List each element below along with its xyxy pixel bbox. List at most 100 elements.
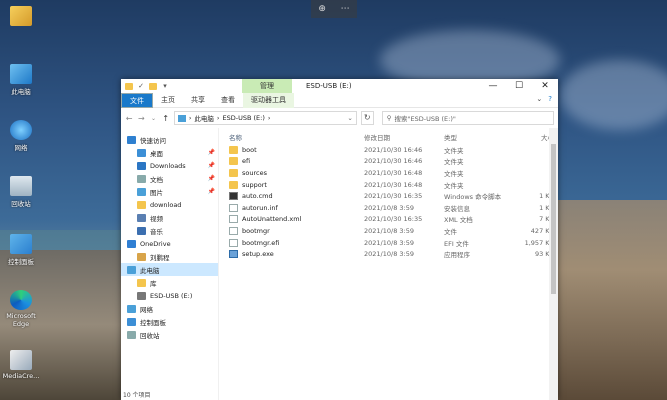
onedrive-icon	[127, 239, 136, 248]
nav-item[interactable]: 音乐	[121, 224, 218, 237]
nav-item[interactable]: 图片 📌	[121, 185, 218, 198]
nav-item[interactable]: 视频	[121, 211, 218, 224]
nav-item[interactable]: ESD-USB (E:)	[121, 289, 218, 302]
nav-item[interactable]: 此电脑	[121, 263, 218, 276]
up-arrow-icon[interactable]: ↑	[162, 114, 170, 123]
customize-toolbar-icon[interactable]: ▾	[161, 82, 169, 90]
properties-icon[interactable]: ✓	[137, 82, 145, 90]
close-button[interactable]: ✕	[532, 79, 558, 93]
user-folder-icon	[10, 6, 32, 26]
nav-item[interactable]: 控制面板	[121, 315, 218, 328]
navigation-pane: 快速访问 桌面 📌 Downloads 📌 文档 📌 图片 📌 download 视频 音乐 OneDr…	[121, 128, 219, 400]
more-icon[interactable]: ⋯	[341, 4, 350, 14]
nav-item[interactable]: 桌面 📌	[121, 146, 218, 159]
file-type: 文件夹	[444, 169, 464, 178]
file-name: efi	[242, 157, 251, 166]
file-type: 文件夹	[444, 181, 464, 190]
folder-icon	[137, 200, 146, 209]
nav-item-label: ESD-USB (E:)	[150, 291, 193, 300]
search-placeholder: 搜索"ESD-USB (E:)"	[394, 115, 456, 123]
zoom-toolbar: ⊕ ⋯	[311, 0, 357, 18]
tab-view[interactable]: 查看	[213, 93, 243, 108]
desktop-icon-computer[interactable]: 此电脑	[2, 64, 40, 96]
desktop-icon-edge[interactable]: Microsoft Edge	[2, 290, 40, 328]
tab-manage[interactable]: 管理	[242, 79, 292, 93]
new-folder-icon[interactable]	[149, 82, 157, 90]
file-row[interactable]: efi 2021/10/30 16:46 文件夹	[219, 156, 558, 168]
scrollbar[interactable]	[549, 128, 558, 400]
nav-item[interactable]: 快速访问	[121, 133, 218, 146]
desktop-icon-control-panel[interactable]: 控制面板	[2, 234, 40, 266]
file-row[interactable]: auto.cmd 2021/10/30 16:35 Windows 命令脚本 1 KB	[219, 190, 558, 202]
file-row[interactable]: bootmgr 2021/10/8 3:59 文件 427 KB	[219, 225, 558, 237]
minimize-button[interactable]: —	[480, 79, 506, 93]
nav-item[interactable]: OneDrive	[121, 237, 218, 250]
tab-share[interactable]: 共享	[183, 93, 213, 108]
media-creation-icon	[10, 350, 32, 370]
file-icon	[229, 238, 238, 247]
column-name[interactable]: 名称	[219, 132, 364, 142]
nav-item[interactable]: 库	[121, 276, 218, 289]
refresh-button[interactable]: ↻	[360, 111, 374, 125]
tab-home[interactable]: 主页	[153, 93, 183, 108]
tab-file[interactable]: 文件	[121, 92, 153, 108]
file-name-cell: AutoUnattend.xml	[219, 215, 364, 224]
file-date: 2021/10/30 16:46	[364, 145, 423, 154]
desktop-icon-label: Microsoft Edge	[6, 312, 36, 328]
desktop-icon-network[interactable]: 网络	[2, 120, 40, 152]
file-name: setup.exe	[242, 250, 274, 259]
file-name-cell: bootmgr	[219, 226, 364, 235]
file-type: 应用程序	[444, 251, 470, 260]
maximize-button[interactable]: ☐	[506, 79, 532, 93]
script-icon	[229, 192, 238, 201]
nav-item[interactable]: Downloads 📌	[121, 159, 218, 172]
file-row[interactable]: bootmgr.efi 2021/10/8 3:59 EFI 文件 1,957 KB	[219, 237, 558, 249]
chevron-down-icon[interactable]: ⌄	[347, 114, 352, 122]
desktop-icon-user[interactable]	[2, 6, 40, 28]
desktop-icon	[137, 148, 146, 157]
column-date[interactable]: 修改日期	[364, 132, 444, 142]
desktop-icon-media-creation[interactable]: MediaCre...	[2, 350, 40, 380]
recent-locations-icon[interactable]: ⌄	[149, 115, 157, 122]
back-arrow-icon[interactable]: ←	[125, 114, 133, 123]
scrollbar-thumb[interactable]	[551, 144, 556, 294]
file-name-cell: support	[219, 180, 364, 189]
file-date: 2021/10/30 16:35	[364, 192, 423, 201]
nav-item[interactable]: download	[121, 198, 218, 211]
tab-drive-tools[interactable]: 驱动器工具	[243, 92, 294, 108]
file-row[interactable]: boot 2021/10/30 16:46 文件夹	[219, 144, 558, 156]
column-type[interactable]: 类型	[444, 132, 514, 142]
file-row[interactable]: setup.exe 2021/10/8 3:59 应用程序 93 KB	[219, 248, 558, 260]
file-name-cell: sources	[219, 168, 364, 177]
folder-icon[interactable]	[125, 82, 133, 90]
file-type: 文件夹	[444, 158, 464, 167]
expand-ribbon-icon[interactable]: ⌄	[536, 95, 542, 103]
desktop-icon-recycle-bin[interactable]: 回收站	[2, 176, 40, 208]
edge-icon	[10, 290, 32, 310]
help-icon[interactable]: ?	[548, 95, 552, 103]
breadcrumb-this-pc[interactable]: 此电脑	[194, 113, 214, 123]
nav-item[interactable]: 网络	[121, 302, 218, 315]
file-row[interactable]: AutoUnattend.xml 2021/10/30 16:35 XML 文档 7 …	[219, 214, 558, 226]
status-bar-count: 10 个项目	[123, 392, 151, 399]
file-name: bootmgr.efi	[242, 238, 280, 247]
file-row[interactable]: support 2021/10/30 16:48 文件夹	[219, 179, 558, 191]
search-input[interactable]: ⚲ 搜索"ESD-USB (E:)"	[381, 111, 554, 125]
nav-item-label: 图片	[150, 188, 163, 197]
zoom-icon[interactable]: ⊕	[318, 4, 326, 14]
nav-item[interactable]: 刘鹏程	[121, 250, 218, 263]
file-size: 93 KB	[534, 250, 554, 259]
file-row[interactable]: autorun.inf 2021/10/8 3:59 安装信息 1 KB	[219, 202, 558, 214]
nav-item[interactable]: 回收站	[121, 328, 218, 341]
forward-arrow-icon[interactable]: →	[137, 114, 145, 123]
address-bar-row: ← → ⌄ ↑ › 此电脑 › ESD-USB (E:) › ⌄ ↻ ⚲ 搜索"…	[121, 108, 558, 128]
column-size[interactable]: 大小	[514, 132, 554, 142]
folder-icon	[229, 157, 238, 166]
breadcrumb-drive[interactable]: ESD-USB (E:)	[223, 114, 265, 122]
pin-icon: 📌	[207, 162, 215, 169]
desktop-icon-label: 回收站	[11, 200, 31, 208]
file-date: 2021/10/30 16:46	[364, 157, 423, 166]
file-row[interactable]: sources 2021/10/30 16:48 文件夹	[219, 167, 558, 179]
nav-item[interactable]: 文档 📌	[121, 172, 218, 185]
address-box[interactable]: › 此电脑 › ESD-USB (E:) › ⌄	[173, 111, 357, 125]
